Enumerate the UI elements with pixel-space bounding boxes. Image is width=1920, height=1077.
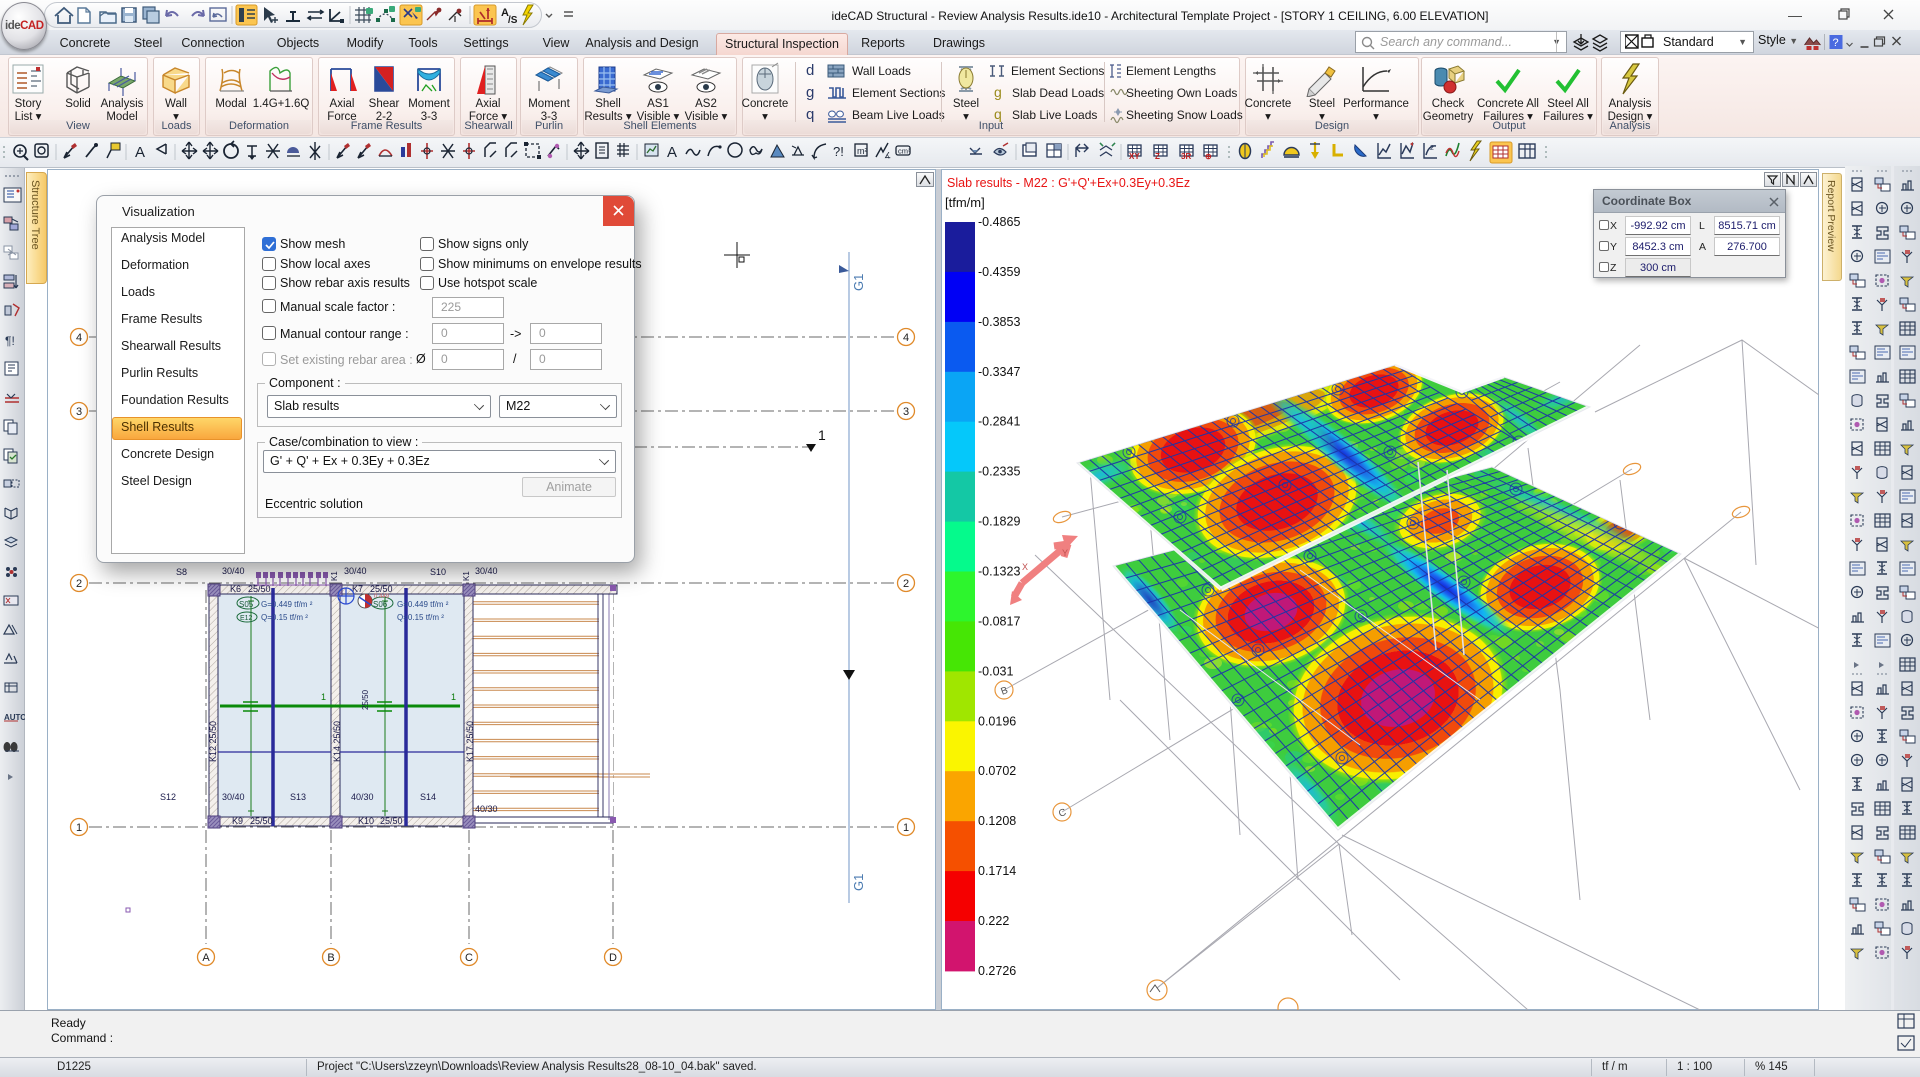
svg-text:25/50: 25/50 — [248, 584, 271, 594]
svg-text:A: A — [667, 144, 677, 161]
svg-text:S8: S8 — [176, 567, 187, 577]
svg-text:S06: S06 — [373, 600, 388, 609]
svg-text:B: B — [999, 685, 1009, 698]
svg-text:4: 4 — [903, 332, 909, 344]
svg-text:E12: E12 — [240, 615, 253, 622]
svg-text:3R: 3R — [1181, 152, 1191, 161]
svg-text:-0.2841: -0.2841 — [978, 415, 1020, 429]
svg-text:XY: XY — [1129, 152, 1140, 161]
svg-text:3: 3 — [76, 406, 82, 418]
svg-text:-0.1323: -0.1323 — [978, 565, 1020, 579]
svg-text:cm³: cm³ — [898, 147, 911, 156]
svg-text:K9: K9 — [232, 816, 243, 826]
svg-text:Slab results - M22 : G'+Q'+Ex+: Slab results - M22 : G'+Q'+Ex+0.3Ey+0.3E… — [947, 176, 1190, 190]
svg-text:S13: S13 — [290, 792, 306, 802]
svg-text:¶!: ¶! — [5, 334, 15, 348]
svg-text:-0.0817: -0.0817 — [978, 614, 1020, 628]
svg-text:40/30: 40/30 — [475, 804, 498, 814]
svg-text:40/30: 40/30 — [351, 792, 374, 802]
svg-text:1: 1 — [451, 692, 456, 702]
svg-text:1: 1 — [76, 822, 82, 834]
svg-text:G1: G1 — [851, 874, 866, 891]
svg-text:m²: m² — [857, 146, 868, 156]
svg-text:K1: K1 — [330, 571, 339, 581]
svg-text:B: B — [327, 952, 334, 964]
svg-text:0.1714: 0.1714 — [978, 864, 1016, 878]
svg-text:K10: K10 — [358, 816, 374, 826]
svg-text:S10: S10 — [430, 567, 446, 577]
svg-text:2: 2 — [1430, 145, 1434, 152]
svg-text:0.0702: 0.0702 — [978, 764, 1016, 778]
svg-text:G=0.449 tf/m ²: G=0.449 tf/m ² — [261, 600, 313, 609]
svg-text:S12: S12 — [160, 792, 176, 802]
svg-text:25/50: 25/50 — [380, 816, 403, 826]
svg-text:?: ? — [1833, 37, 1839, 49]
svg-text:30/40: 30/40 — [344, 566, 367, 576]
svg-text:K12 25/50: K12 25/50 — [208, 721, 218, 762]
svg-text:Y: Y — [1062, 548, 1068, 558]
svg-text:[tfm/m]: [tfm/m] — [945, 195, 985, 210]
svg-text:-0.1829: -0.1829 — [978, 515, 1020, 529]
svg-text:25/50: 25/50 — [370, 584, 393, 594]
svg-text:G=0.449 tf/m ²: G=0.449 tf/m ² — [397, 600, 449, 609]
svg-text:30/40: 30/40 — [222, 792, 245, 802]
svg-text:X: X — [1022, 562, 1028, 572]
svg-text:0.222: 0.222 — [978, 914, 1009, 928]
svg-text:0.1208: 0.1208 — [978, 814, 1016, 828]
svg-text:2: 2 — [903, 578, 909, 590]
svg-text:?!: ?! — [833, 144, 844, 159]
svg-text:-0.031: -0.031 — [978, 664, 1013, 678]
svg-text:0.449: 0.449 — [374, 594, 390, 600]
svg-text:1: 1 — [818, 427, 826, 443]
svg-text:K17 25/50: K17 25/50 — [465, 721, 475, 762]
svg-text:-0.4865: -0.4865 — [978, 215, 1020, 229]
svg-text:30/40: 30/40 — [475, 566, 498, 576]
svg-text:-0.3853: -0.3853 — [978, 315, 1020, 329]
svg-text:C: C — [465, 952, 473, 964]
svg-text:S14: S14 — [420, 792, 436, 802]
svg-text:⊕: ⊕ — [1205, 152, 1212, 161]
svg-text:∡: ∡ — [884, 151, 891, 160]
svg-text:Q=0.15 tf/m ²: Q=0.15 tf/m ² — [261, 613, 308, 622]
svg-text:A: A — [202, 952, 210, 964]
svg-text:3: 3 — [903, 406, 909, 418]
svg-text:K1: K1 — [462, 571, 471, 581]
svg-text:-0.3347: -0.3347 — [978, 365, 1020, 379]
svg-text:K6: K6 — [230, 584, 241, 594]
svg-text:30/40: 30/40 — [222, 566, 245, 576]
svg-text:0.2726: 0.2726 — [978, 964, 1016, 978]
svg-text:-0.2335: -0.2335 — [978, 465, 1020, 479]
svg-text:4: 4 — [76, 332, 82, 344]
svg-text:1: 1 — [321, 692, 326, 702]
svg-text:K14 25/50: K14 25/50 — [332, 721, 342, 762]
svg-text:S05: S05 — [239, 600, 254, 609]
svg-text:2: 2 — [76, 578, 82, 590]
svg-text:A: A — [135, 144, 145, 161]
svg-text:/S: /S — [508, 15, 518, 26]
svg-text:0.0196: 0.0196 — [978, 714, 1016, 728]
svg-text:-0.4359: -0.4359 — [978, 265, 1020, 279]
svg-text:25/50: 25/50 — [361, 689, 370, 710]
svg-text:Z: Z — [1155, 152, 1160, 161]
svg-text:25/50: 25/50 — [250, 816, 273, 826]
svg-text:1: 1 — [903, 822, 909, 834]
svg-text:D: D — [609, 952, 617, 964]
svg-text:Q=0.15 tf/m ²: Q=0.15 tf/m ² — [397, 613, 444, 622]
svg-text:G1: G1 — [851, 274, 866, 291]
